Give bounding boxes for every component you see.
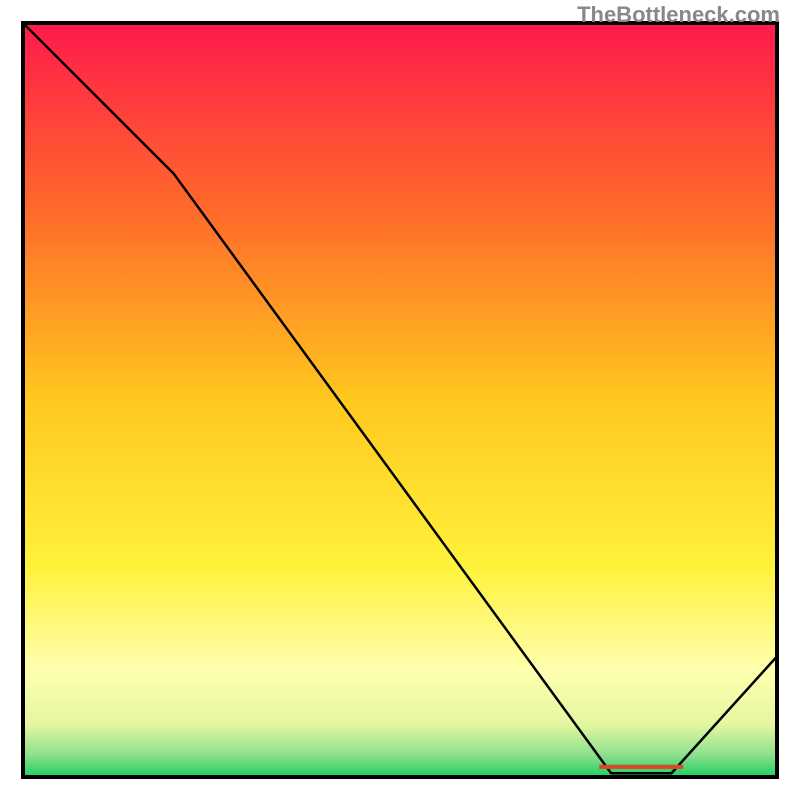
optimal-zone-label: ▬▬▬▬▬▬ — [599, 756, 683, 772]
chart-container: TheBottleneck.com ▬▬▬▬▬▬ — [0, 0, 800, 800]
bottleneck-chart: ▬▬▬▬▬▬ — [0, 0, 800, 800]
watermark-text: TheBottleneck.com — [577, 2, 780, 28]
